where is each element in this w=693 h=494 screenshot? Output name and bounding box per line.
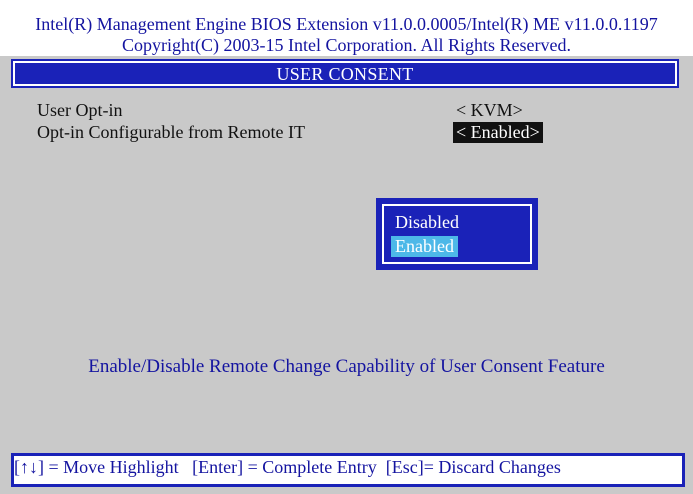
option-popup: Disabled Enabled [376,198,538,270]
setting-value-opt-in-configurable[interactable]: < Enabled> [453,122,543,143]
page-title: USER CONSENT [276,64,414,84]
setting-value-user-opt-in[interactable]: < KVM> [456,100,523,121]
header-copyright: Copyright(C) 2003-15 Intel Corporation. … [122,35,571,55]
setting-label-user-opt-in[interactable]: User Opt-in [37,100,122,121]
header: Intel(R) Management Engine BIOS Extensio… [0,0,693,56]
setting-label-opt-in-configurable[interactable]: Opt-in Configurable from Remote IT [37,122,305,143]
option-disabled[interactable]: Disabled [389,212,465,233]
title-bar: USER CONSENT [11,59,679,88]
footer-bar: [↑↓] = Move Highlight [Enter] = Complete… [11,453,685,487]
header-version: Intel(R) Management Engine BIOS Extensio… [35,14,658,34]
bios-screen: Intel(R) Management Engine BIOS Extensio… [0,0,693,494]
footer-keys-help: [↑↓] = Move Highlight [Enter] = Complete… [14,457,561,477]
option-enabled[interactable]: Enabled [391,236,458,257]
help-text: Enable/Disable Remote Change Capability … [88,356,605,377]
